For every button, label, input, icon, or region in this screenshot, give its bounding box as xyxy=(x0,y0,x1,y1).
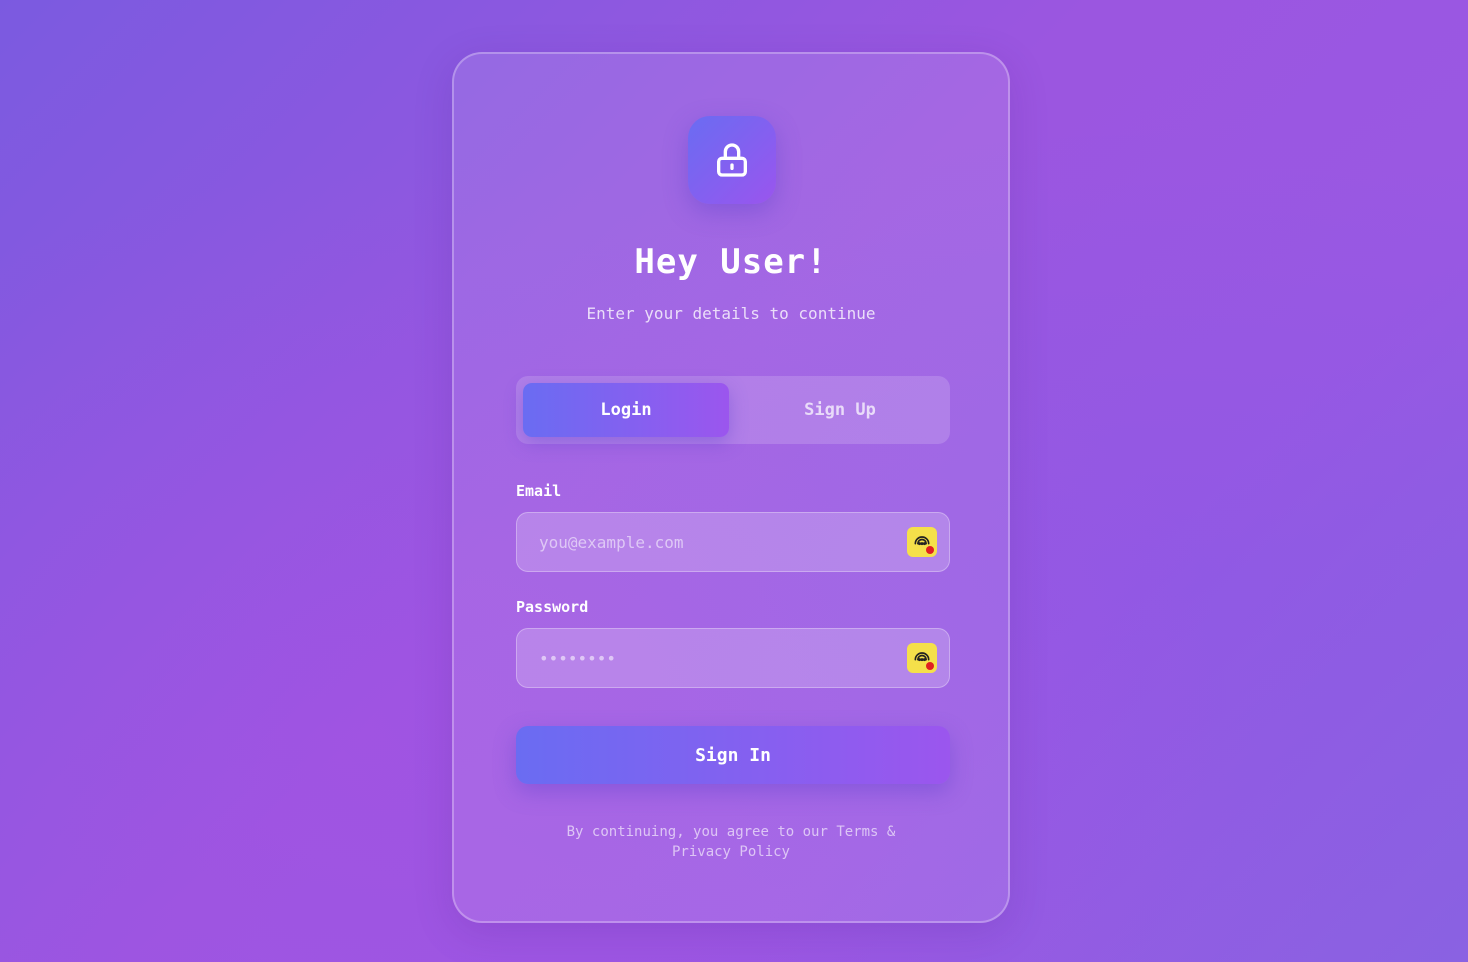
password-manager-extension-icon[interactable] xyxy=(907,643,937,673)
auth-tabs: Login Sign Up xyxy=(516,376,950,444)
sign-in-button[interactable]: Sign In xyxy=(516,726,950,784)
password-manager-extension-icon[interactable] xyxy=(907,527,937,557)
tab-sign-up[interactable]: Sign Up xyxy=(737,383,943,437)
extension-alert-dot xyxy=(926,662,934,670)
terms-notice: By continuing, you agree to our Terms & … xyxy=(566,824,896,860)
page-subtitle: Enter your details to continue xyxy=(586,304,876,323)
extension-alert-dot xyxy=(926,546,934,554)
tab-login[interactable]: Login xyxy=(523,383,729,437)
password-field[interactable] xyxy=(537,647,907,669)
login-card: Hey User! Enter your details to continue… xyxy=(452,52,1010,923)
lock-icon xyxy=(688,116,776,204)
email-label: Email xyxy=(516,482,562,500)
password-field-container xyxy=(516,628,950,688)
password-label: Password xyxy=(516,598,589,616)
page-title: Hey User! xyxy=(634,242,828,282)
email-field-container xyxy=(516,512,950,572)
email-field[interactable] xyxy=(537,531,907,553)
